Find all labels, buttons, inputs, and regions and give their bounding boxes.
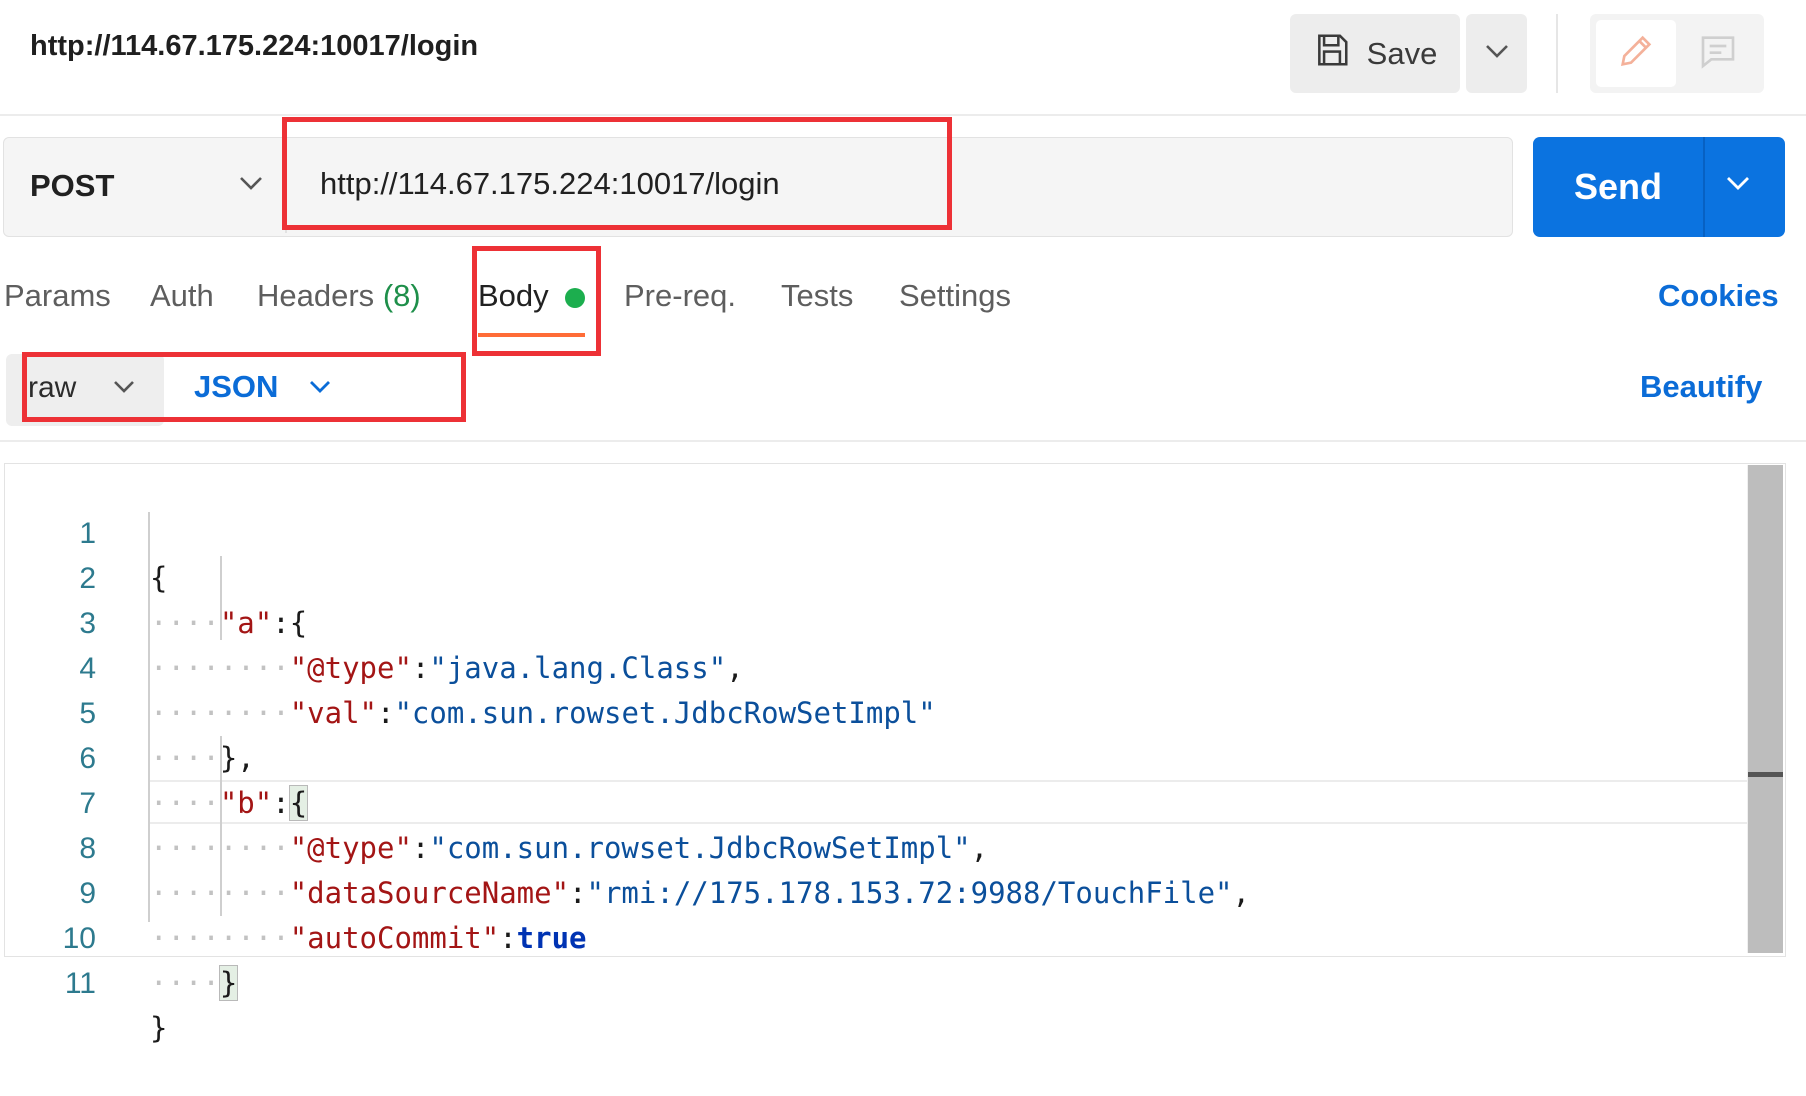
code-token: } [150, 1011, 168, 1045]
code-line: 7 ········"@type":"com.sun.rowset.JdbcRo… [0, 736, 1740, 865]
beautify-button[interactable]: Beautify [1640, 369, 1762, 405]
comment-icon [1698, 31, 1738, 76]
code-line: 4 ········"val":"com.sun.rowset.JdbcRowS… [0, 601, 1740, 730]
code-line: 11 } [0, 916, 1740, 1045]
tab-prereq[interactable]: Pre-req. [624, 278, 736, 314]
method-select[interactable]: POST [30, 168, 114, 204]
cookies-link[interactable]: Cookies [1658, 278, 1779, 314]
tab-params[interactable]: Params [4, 278, 111, 314]
comment-button[interactable] [1676, 20, 1760, 87]
floppy-disk-icon [1313, 31, 1351, 77]
headers-count-badge: (8) [382, 278, 421, 313]
code-line: 8 ········"dataSourceName":"rmi://175.17… [0, 781, 1740, 910]
annotation-box-body-type [22, 352, 466, 422]
tab-tests[interactable]: Tests [781, 278, 853, 314]
tab-headers-label: Headers [257, 278, 375, 313]
matched-bracket: } [218, 965, 239, 1001]
code-line: 2 ····"a":{ [0, 511, 1740, 640]
tab-auth[interactable]: Auth [150, 278, 214, 314]
annotation-box-body [472, 246, 601, 356]
section-divider [0, 440, 1806, 442]
scrollbar-cursor-marker [1748, 772, 1783, 777]
send-divider [1703, 137, 1705, 237]
chevron-down-icon [1484, 43, 1510, 64]
code-line: 9 ········"autoCommit":true [0, 826, 1740, 955]
tab-settings[interactable]: Settings [899, 278, 1011, 314]
send-button[interactable]: Send [1533, 137, 1703, 237]
chevron-down-icon[interactable] [238, 175, 264, 196]
code-line: 10 ····} [0, 871, 1740, 1001]
code-line: 1 { [0, 466, 1740, 595]
code-line: 6 ····"b":{ [0, 691, 1740, 821]
toolbar-divider [1556, 14, 1558, 93]
send-options-button[interactable] [1725, 175, 1751, 196]
save-options-button[interactable] [1466, 14, 1527, 93]
code-line: 3 ········"@type":"java.lang.Class", [0, 556, 1740, 685]
scrollbar-thumb[interactable] [1748, 465, 1783, 953]
save-label: Save [1366, 35, 1438, 71]
pencil-icon [1616, 31, 1656, 76]
edit-button[interactable] [1596, 20, 1676, 87]
code-line: 5 ····}, [0, 646, 1740, 775]
line-number: 11 [64, 967, 96, 1000]
header-divider [0, 114, 1806, 116]
request-title[interactable]: http://114.67.175.224:10017/login [30, 30, 478, 63]
tab-headers[interactable]: Headers (8) [257, 278, 421, 314]
chevron-down-icon [1725, 177, 1751, 195]
annotation-box-url [282, 117, 952, 230]
save-button[interactable]: Save [1290, 14, 1460, 93]
